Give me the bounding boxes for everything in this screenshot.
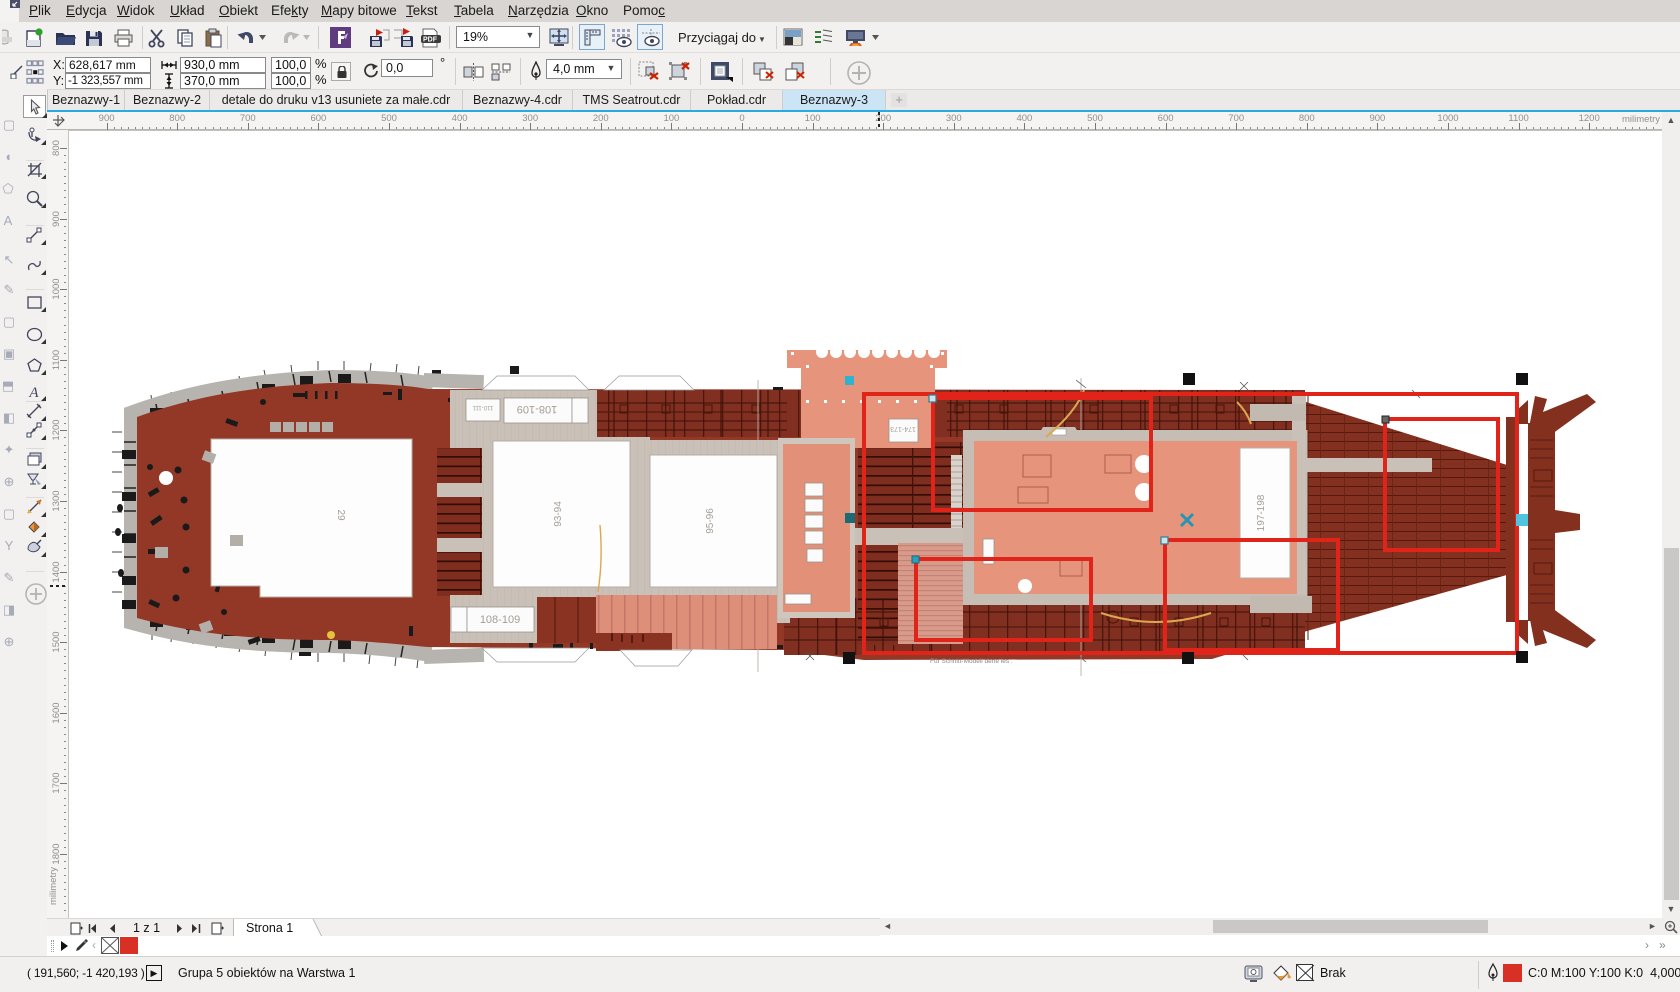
svg-text:108-109: 108-109 bbox=[480, 614, 520, 626]
svg-text:Für Schnitt-Modell dene les: Für Schnitt-Modell dene les . bbox=[930, 658, 1013, 665]
svg-text:174-173: 174-173 bbox=[890, 425, 916, 432]
svg-text:29: 29 bbox=[335, 509, 346, 521]
svg-text:110-111: 110-111 bbox=[472, 404, 493, 410]
svg-text:197-198: 197-198 bbox=[1256, 494, 1267, 531]
svg-text:108-109: 108-109 bbox=[517, 403, 557, 415]
svg-text:95-96: 95-96 bbox=[705, 508, 716, 534]
svg-text:93-94: 93-94 bbox=[553, 501, 564, 527]
